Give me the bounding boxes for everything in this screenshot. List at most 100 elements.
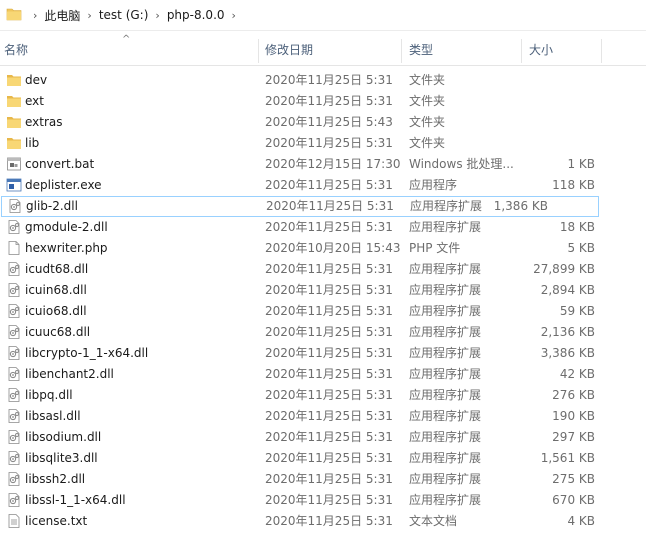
file-date: 2020年11月25日 5:31	[265, 451, 393, 465]
file-name[interactable]: hexwriter.php	[25, 238, 108, 259]
column-divider[interactable]	[258, 39, 259, 63]
chevron-right-icon[interactable]: ›	[148, 9, 166, 22]
file-type: 应用程序扩展	[409, 262, 482, 276]
file-size: 4 KB	[567, 514, 595, 528]
file-row[interactable]: license.txt 2020年11月25日 5:31 文本文档 4 KB	[0, 511, 646, 532]
breadcrumb-drive[interactable]: test (G:)	[99, 8, 149, 22]
chevron-right-icon[interactable]: ›	[26, 9, 44, 22]
file-date: 2020年11月25日 5:31	[265, 325, 393, 339]
column-size[interactable]: 大小	[525, 36, 601, 65]
file-date: 2020年11月25日 5:31	[265, 493, 393, 507]
file-name[interactable]: dev	[25, 70, 47, 91]
file-size: 1 KB	[567, 157, 595, 171]
file-name[interactable]: icudt68.dll	[25, 259, 88, 280]
file-name[interactable]: lib	[25, 133, 39, 154]
file-type: 文件夹	[409, 94, 446, 108]
file-size: 2,894 KB	[540, 283, 595, 297]
column-divider[interactable]	[601, 39, 602, 63]
file-row[interactable]: dev 2020年11月25日 5:31 文件夹	[0, 70, 646, 91]
file-date: 2020年10月20日 15:43	[265, 241, 401, 255]
file-type: 应用程序扩展	[409, 409, 482, 423]
file-name[interactable]: libssl-1_1-x64.dll	[25, 490, 126, 511]
file-name[interactable]: libsasl.dll	[25, 406, 81, 427]
chevron-right-icon[interactable]: ›	[80, 9, 98, 22]
file-name[interactable]: license.txt	[25, 511, 87, 532]
file-size: 5 KB	[567, 241, 595, 255]
dll-icon	[6, 261, 22, 277]
file-row[interactable]: hexwriter.php 2020年10月20日 15:43 PHP 文件 5 KB	[0, 238, 646, 259]
file-name[interactable]: libsqlite3.dll	[25, 448, 98, 469]
column-type[interactable]: 类型	[405, 36, 521, 65]
column-divider[interactable]	[401, 39, 402, 63]
file-name[interactable]: libenchant2.dll	[25, 364, 114, 385]
file-date: 2020年11月25日 5:31	[265, 262, 393, 276]
file-row[interactable]: libsodium.dll 2020年11月25日 5:31 应用程序扩展 297 K…	[0, 427, 646, 448]
file-type: 应用程序扩展	[409, 388, 482, 402]
file-row[interactable]: ext 2020年11月25日 5:31 文件夹	[0, 91, 646, 112]
file-row[interactable]: extras 2020年11月25日 5:43 文件夹	[0, 112, 646, 133]
file-row[interactable]: libsasl.dll 2020年11月25日 5:31 应用程序扩展 190 KB	[0, 406, 646, 427]
column-divider[interactable]	[521, 39, 522, 63]
file-name[interactable]: icuio68.dll	[25, 301, 87, 322]
file-size: 670 KB	[552, 493, 595, 507]
chevron-right-icon[interactable]: ›	[225, 9, 243, 22]
folder-icon	[6, 135, 22, 151]
column-date[interactable]: 修改日期	[261, 36, 401, 65]
file-name[interactable]: libcrypto-1_1-x64.dll	[25, 343, 148, 364]
file-row[interactable]: icuio68.dll 2020年11月25日 5:31 应用程序扩展 59 KB	[0, 301, 646, 322]
file-type: 文件夹	[409, 136, 446, 150]
dll-icon	[6, 387, 22, 403]
file-name[interactable]: icuin68.dll	[25, 280, 87, 301]
file-row[interactable]: libenchant2.dll 2020年11月25日 5:31 应用程序扩展 42 …	[0, 364, 646, 385]
file-size: 59 KB	[559, 304, 595, 318]
address-bar[interactable]: › 此电脑 › test (G:) › php-8.0.0 ›	[0, 0, 646, 31]
dll-icon	[7, 198, 23, 214]
file-name[interactable]: gmodule-2.dll	[25, 217, 108, 238]
file-row[interactable]: glib-2.dll 2020年11月25日 5:31 应用程序扩展 1,386 KB	[1, 196, 599, 217]
file-row[interactable]: icuin68.dll 2020年11月25日 5:31 应用程序扩展 2,894 K…	[0, 280, 646, 301]
file-date: 2020年11月25日 5:31	[265, 178, 393, 192]
file-type: PHP 文件	[409, 241, 461, 255]
column-name[interactable]: 名称	[0, 36, 258, 65]
file-name[interactable]: deplister.exe	[25, 175, 102, 196]
file-type: 应用程序扩展	[409, 430, 482, 444]
file-name[interactable]: icuuc68.dll	[25, 322, 90, 343]
file-row[interactable]: convert.bat 2020年12月15日 17:30 Windows 批处理.…	[0, 154, 646, 175]
file-size: 42 KB	[559, 367, 595, 381]
file-name[interactable]: libsodium.dll	[25, 427, 101, 448]
file-date: 2020年11月25日 5:31	[265, 94, 393, 108]
file-size: 275 KB	[552, 472, 595, 486]
breadcrumb-this-pc[interactable]: 此电脑	[44, 7, 80, 24]
file-type: 文本文档	[409, 514, 458, 528]
folder-icon	[6, 93, 22, 109]
file-row[interactable]: icudt68.dll 2020年11月25日 5:31 应用程序扩展 27,899 …	[0, 259, 646, 280]
file-row[interactable]: libsqlite3.dll 2020年11月25日 5:31 应用程序扩展 1,56…	[0, 448, 646, 469]
file-name[interactable]: libssh2.dll	[25, 469, 85, 490]
file-row[interactable]: gmodule-2.dll 2020年11月25日 5:31 应用程序扩展 18 KB	[0, 217, 646, 238]
file-name[interactable]: extras	[25, 112, 63, 133]
file-row[interactable]: icuuc68.dll 2020年11月25日 5:31 应用程序扩展 2,136 K…	[0, 322, 646, 343]
dll-icon	[6, 429, 22, 445]
file-row[interactable]: libssl-1_1-x64.dll 2020年11月25日 5:31 应用程序扩展…	[0, 490, 646, 511]
dll-icon	[6, 219, 22, 235]
file-size: 3,386 KB	[540, 346, 595, 360]
dll-icon	[6, 450, 22, 466]
file-row[interactable]: libpq.dll 2020年11月25日 5:31 应用程序扩展 276 KB	[0, 385, 646, 406]
file-name[interactable]: glib-2.dll	[26, 196, 78, 217]
file-row[interactable]: deplister.exe 2020年11月25日 5:31 应用程序 118 KB	[0, 175, 646, 196]
file-size: 2,136 KB	[540, 325, 595, 339]
file-row[interactable]: libcrypto-1_1-x64.dll 2020年11月25日 5:31 应用程…	[0, 343, 646, 364]
folder-icon	[6, 72, 22, 88]
file-row[interactable]: lib 2020年11月25日 5:31 文件夹	[0, 133, 646, 154]
file-name[interactable]: ext	[25, 91, 44, 112]
file-name[interactable]: libpq.dll	[25, 385, 73, 406]
file-type: 应用程序扩展	[409, 451, 482, 465]
file-type: 应用程序扩展	[409, 325, 482, 339]
file-type: 文件夹	[409, 73, 446, 87]
file-name[interactable]: convert.bat	[25, 154, 94, 175]
batch-file-icon	[6, 156, 22, 172]
breadcrumb-folder[interactable]: php-8.0.0	[167, 8, 225, 22]
exe-icon	[6, 177, 22, 193]
file-row[interactable]: libssh2.dll 2020年11月25日 5:31 应用程序扩展 275 KB	[0, 469, 646, 490]
text-file-icon	[6, 513, 22, 529]
